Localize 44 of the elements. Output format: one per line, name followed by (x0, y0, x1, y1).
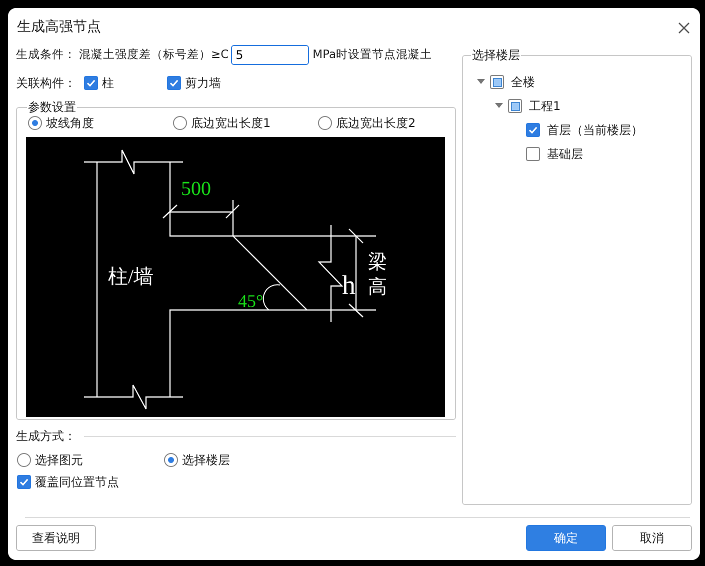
caret-icon[interactable] (495, 103, 503, 109)
option-label: 底边宽出长度1 (191, 115, 271, 132)
tree-item[interactable]: 工程1 (529, 97, 561, 115)
member-label: 柱/墙 (108, 266, 154, 288)
ok-button[interactable]: 确定 (526, 525, 606, 551)
height-label: 梁高 (368, 251, 387, 298)
option-label: 柱 (102, 75, 114, 92)
dialog-title: 生成高强节点 (16, 18, 102, 37)
checkbox[interactable] (17, 475, 31, 489)
checkbox[interactable] (526, 147, 540, 161)
option-label: 选择图元 (35, 452, 83, 469)
checkbox[interactable] (526, 123, 540, 137)
radio-button[interactable] (28, 116, 42, 130)
checkbox[interactable] (490, 75, 504, 89)
option-label: 坡线角度 (46, 115, 94, 132)
angle-arc (262, 284, 280, 310)
group-title: 参数设置 (27, 100, 77, 114)
tree-item[interactable]: 全楼 (511, 73, 535, 91)
field-label: 关联构件： (16, 75, 76, 92)
radio-button[interactable] (318, 116, 332, 130)
field-label: 生成条件： (16, 46, 76, 64)
radio-button[interactable] (173, 116, 187, 130)
cancel-button[interactable]: 取消 (612, 525, 692, 551)
option-label: 剪力墙 (185, 75, 221, 92)
radio-button[interactable] (164, 453, 178, 467)
tree-item[interactable]: 基础层 (547, 145, 583, 163)
checkbox[interactable] (167, 76, 181, 90)
dimension-label: 500 (181, 178, 211, 200)
checkbox[interactable] (84, 76, 98, 90)
condition-text: 混凝土强度差（标号差）≥C (79, 46, 229, 64)
tree-item[interactable]: 首层（当前楼层） (547, 121, 643, 139)
section-title: 生成方式： (16, 428, 76, 445)
option-label: 底边宽出长度2 (336, 115, 416, 132)
help-button[interactable]: 查看说明 (16, 525, 96, 551)
radio-button[interactable] (17, 453, 31, 467)
angle-label: 45° (238, 291, 264, 311)
grade-input[interactable]: 5 (230, 45, 309, 65)
option-label: 覆盖同位置节点 (35, 474, 119, 491)
caret-icon[interactable] (477, 79, 485, 85)
option-label: 选择楼层 (182, 452, 230, 469)
unit-text: MPa时设置节点混凝土 (312, 46, 432, 64)
height-symbol: h (342, 270, 356, 300)
group-title: 选择楼层 (471, 48, 521, 62)
checkbox[interactable] (508, 99, 522, 113)
